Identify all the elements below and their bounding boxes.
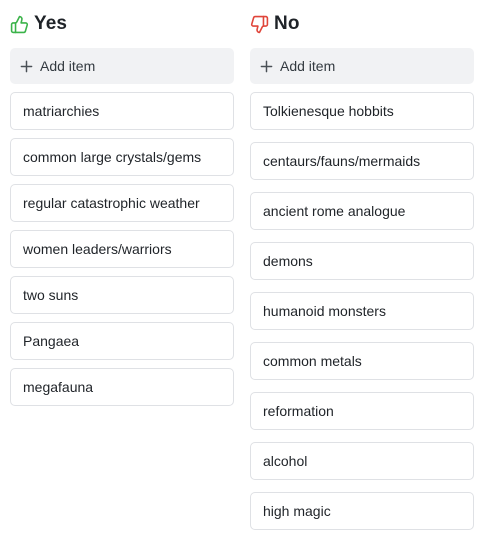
no-item-list: Tolkienesque hobbits centaurs/fauns/merma…	[250, 92, 474, 530]
no-list-item[interactable]: Tolkienesque hobbits	[250, 92, 474, 130]
no-list-item[interactable]: high magic	[250, 492, 474, 530]
yes-list-item[interactable]: women leaders/warriors	[10, 230, 234, 268]
no-list-item[interactable]: alcohol	[250, 442, 474, 480]
yes-add-item-button[interactable]: Add item	[10, 48, 234, 84]
no-column-title: No	[274, 13, 300, 34]
no-list-item[interactable]: demons	[250, 242, 474, 280]
yes-column: Yes Add item matriarchies common large cr…	[10, 10, 234, 406]
yes-column-title: Yes	[34, 13, 68, 34]
yes-list-item[interactable]: matriarchies	[10, 92, 234, 130]
thumbs-down-icon	[250, 15, 269, 34]
no-column: No Add item Tolkienesque hobbits centaurs…	[250, 10, 474, 530]
no-list-item[interactable]: humanoid monsters	[250, 292, 474, 330]
yes-column-header: Yes	[10, 10, 234, 38]
yes-add-item-label: Add item	[40, 58, 96, 74]
no-column-header: No	[250, 10, 474, 38]
no-list-item[interactable]: ancient rome analogue	[250, 192, 474, 230]
thumbs-up-icon	[10, 15, 29, 34]
plus-icon	[20, 60, 33, 73]
yes-item-list: matriarchies common large crystals/gems re…	[10, 92, 234, 406]
yes-list-item[interactable]: common large crystals/gems	[10, 138, 234, 176]
no-list-item[interactable]: reformation	[250, 392, 474, 430]
no-list-item[interactable]: common metals	[250, 342, 474, 380]
no-add-item-button[interactable]: Add item	[250, 48, 474, 84]
yes-list-item[interactable]: Pangaea	[10, 322, 234, 360]
no-add-item-label: Add item	[280, 58, 336, 74]
yes-list-item[interactable]: megafauna	[10, 368, 234, 406]
no-list-item[interactable]: centaurs/fauns/mermaids	[250, 142, 474, 180]
yes-list-item[interactable]: regular catastrophic weather	[10, 184, 234, 222]
plus-icon	[260, 60, 273, 73]
yes-list-item[interactable]: two suns	[10, 276, 234, 314]
